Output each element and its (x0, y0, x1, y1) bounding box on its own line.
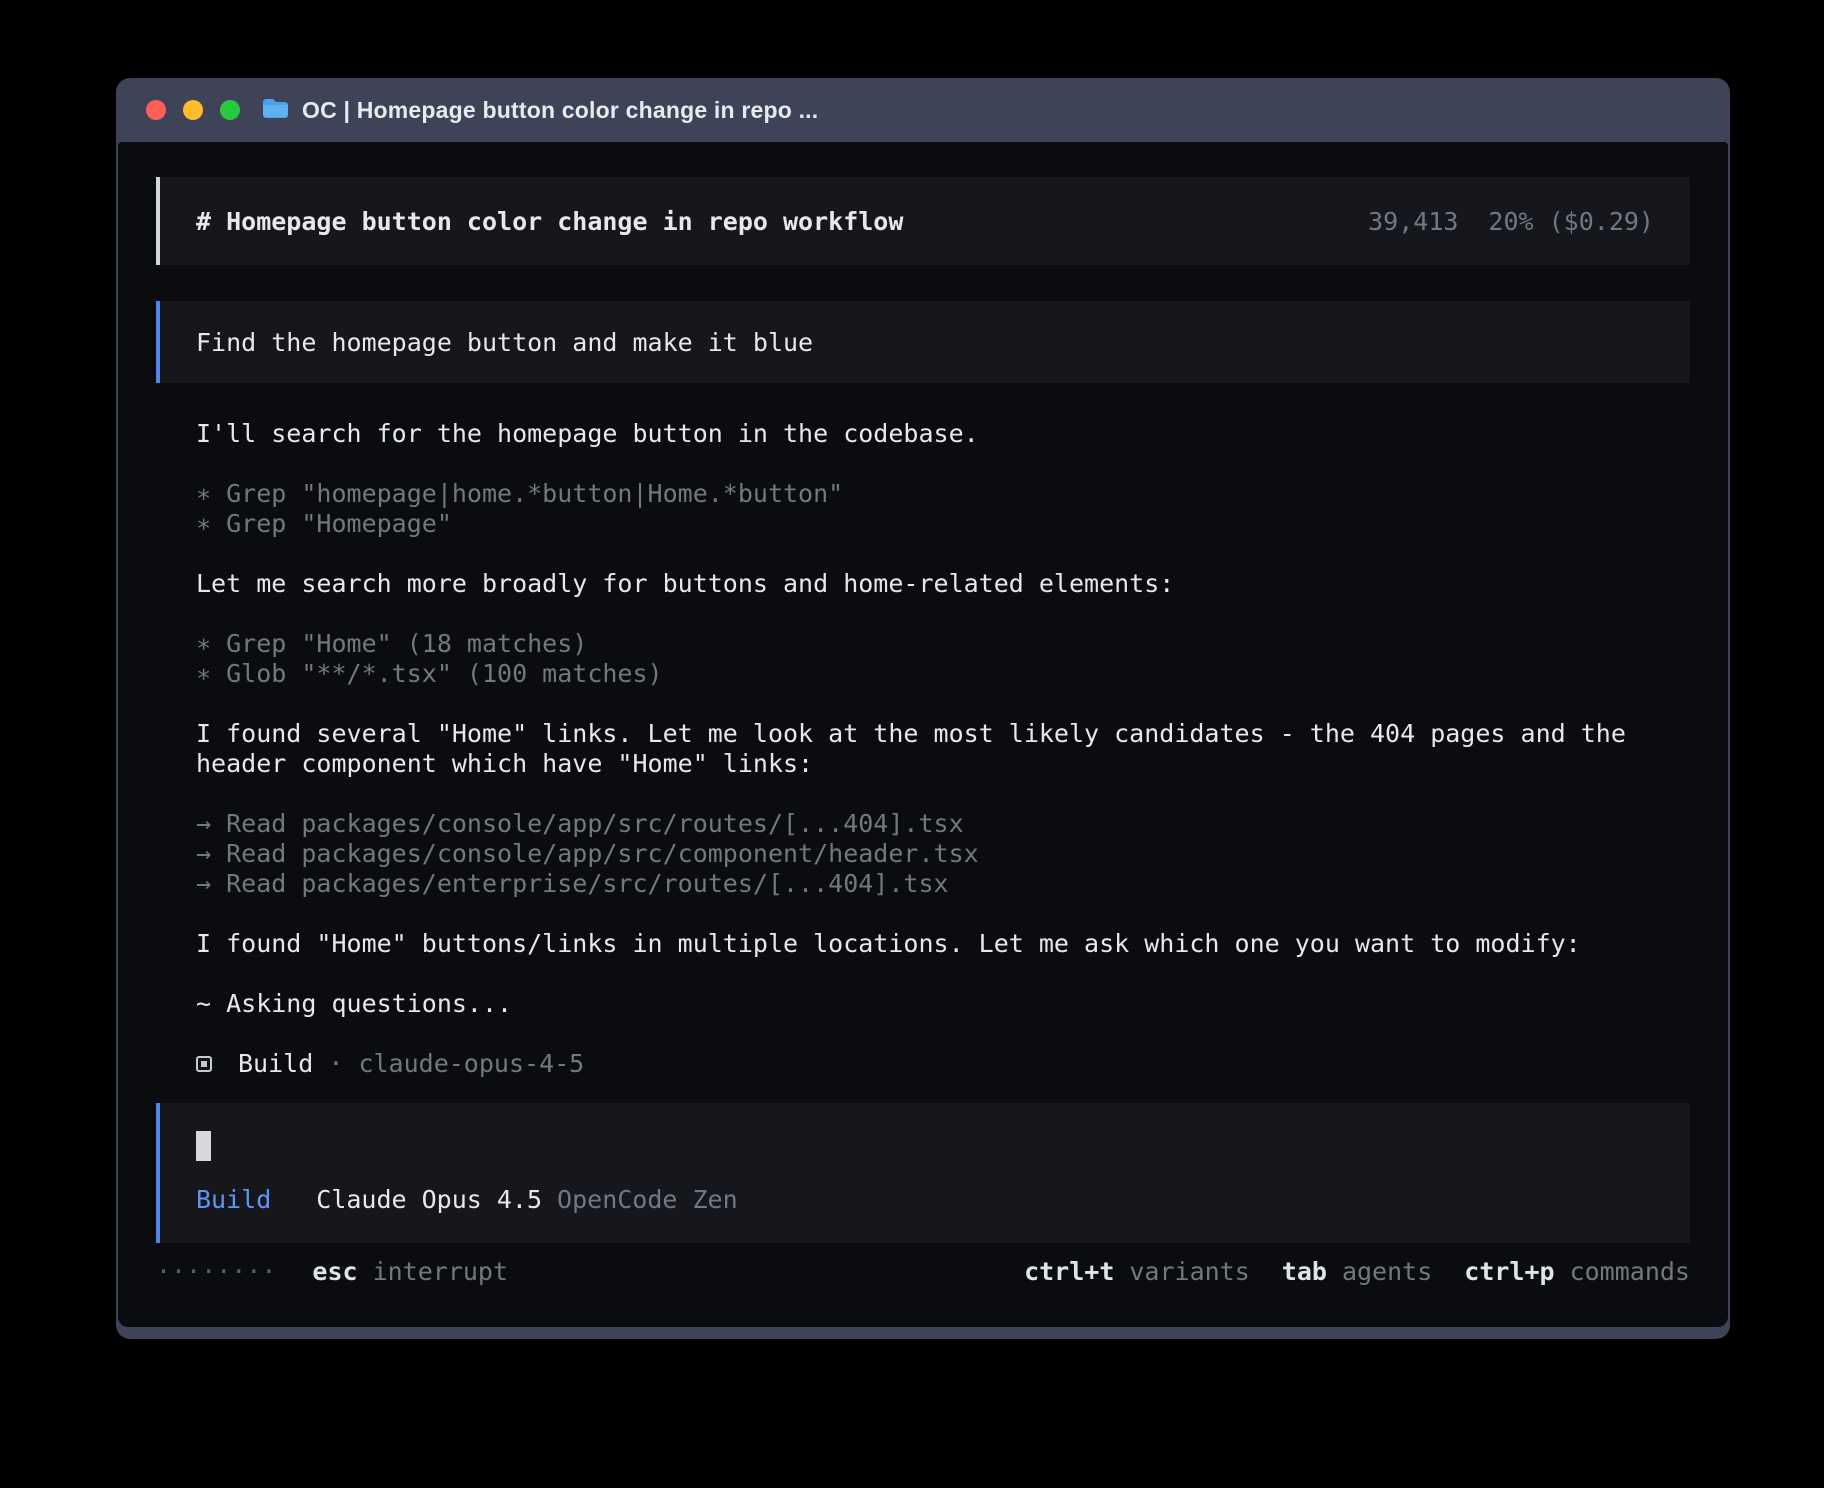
model-label: Claude Opus 4.5 (316, 1185, 542, 1215)
text-cursor (196, 1131, 211, 1161)
agent-name: Build (238, 1049, 313, 1078)
session-stats: 39,413 20% ($0.29) (1368, 207, 1654, 236)
spinner-dots: ········ (156, 1257, 276, 1287)
token-count: 39,413 (1368, 207, 1458, 236)
agent-model: claude-opus-4-5 (358, 1049, 584, 1078)
assistant-text: I'll search for the homepage button in t… (196, 419, 1690, 449)
commands-label: commands (1570, 1257, 1690, 1287)
titlebar[interactable]: OC | Homepage button color change in rep… (118, 78, 1728, 142)
status-left: ········ esc interrupt (156, 1257, 508, 1287)
esc-key-hint: esc (312, 1257, 357, 1287)
agent-status-row: Build · claude-opus-4-5 (196, 1049, 1690, 1079)
traffic-lights (146, 100, 240, 120)
assistant-text: I found "Home" buttons/links in multiple… (196, 929, 1690, 959)
assistant-text: Let me search more broadly for buttons a… (196, 569, 1690, 599)
status-right: ctrl+t variants tab agents ctrl+p comman… (1024, 1257, 1690, 1287)
interrupt-label: interrupt (373, 1257, 508, 1287)
zoom-button[interactable] (220, 100, 240, 120)
session-header: # Homepage button color change in repo w… (156, 177, 1690, 265)
input-footer: Build Claude Opus 4.5 OpenCode Zen (196, 1185, 1654, 1215)
title-group: OC | Homepage button color change in rep… (262, 97, 818, 124)
tool-call-group: ∗ Grep "Home" (18 matches) ∗ Glob "**/*.… (196, 629, 1690, 689)
context-usage: 20% ($0.29) (1488, 207, 1654, 236)
tool-call-read: → Read packages/enterprise/src/routes/[.… (196, 869, 1690, 899)
tool-call-read: → Read packages/console/app/src/componen… (196, 839, 1690, 869)
folder-icon (262, 97, 289, 123)
user-message: Find the homepage button and make it blu… (156, 301, 1690, 383)
tool-call-grep: ∗ Grep "Homepage" (196, 509, 1690, 539)
session-title: # Homepage button color change in repo w… (196, 207, 903, 236)
mode-label: Build (196, 1185, 271, 1215)
agent-separator: · (328, 1049, 343, 1078)
variants-key-hint: ctrl+t (1024, 1257, 1114, 1287)
minimize-button[interactable] (183, 100, 203, 120)
user-message-text: Find the homepage button and make it blu… (196, 328, 813, 357)
terminal-content: # Homepage button color change in repo w… (118, 142, 1728, 1327)
agents-key-hint: tab (1282, 1257, 1327, 1287)
tool-call-grep: ∗ Grep "homepage|home.*button|Home.*butt… (196, 479, 1690, 509)
agents-label: agents (1342, 1257, 1432, 1287)
window-title: OC | Homepage button color change in rep… (302, 97, 818, 124)
assistant-text: I found several "Home" links. Let me loo… (196, 719, 1690, 779)
tool-call-group: ∗ Grep "homepage|home.*button|Home.*butt… (196, 479, 1690, 539)
tool-call-read: → Read packages/console/app/src/routes/[… (196, 809, 1690, 839)
tool-call-grep: ∗ Grep "Home" (18 matches) (196, 629, 1690, 659)
agent-meta: Build · claude-opus-4-5 (238, 1049, 584, 1079)
variants-label: variants (1129, 1257, 1249, 1287)
terminal-window: OC | Homepage button color change in rep… (116, 78, 1730, 1339)
asking-status: ~ Asking questions... (196, 989, 1690, 1019)
agent-icon (196, 1056, 212, 1072)
close-button[interactable] (146, 100, 166, 120)
status-bar: ········ esc interrupt ctrl+t variants t… (156, 1257, 1690, 1287)
commands-key-hint: ctrl+p (1464, 1257, 1554, 1287)
tool-call-group: → Read packages/console/app/src/routes/[… (196, 809, 1690, 899)
prompt-input[interactable]: Build Claude Opus 4.5 OpenCode Zen (156, 1103, 1690, 1243)
tool-call-glob: ∗ Glob "**/*.tsx" (100 matches) (196, 659, 1690, 689)
assistant-transcript: I'll search for the homepage button in t… (196, 419, 1690, 1079)
provider-label: OpenCode Zen (557, 1185, 738, 1215)
